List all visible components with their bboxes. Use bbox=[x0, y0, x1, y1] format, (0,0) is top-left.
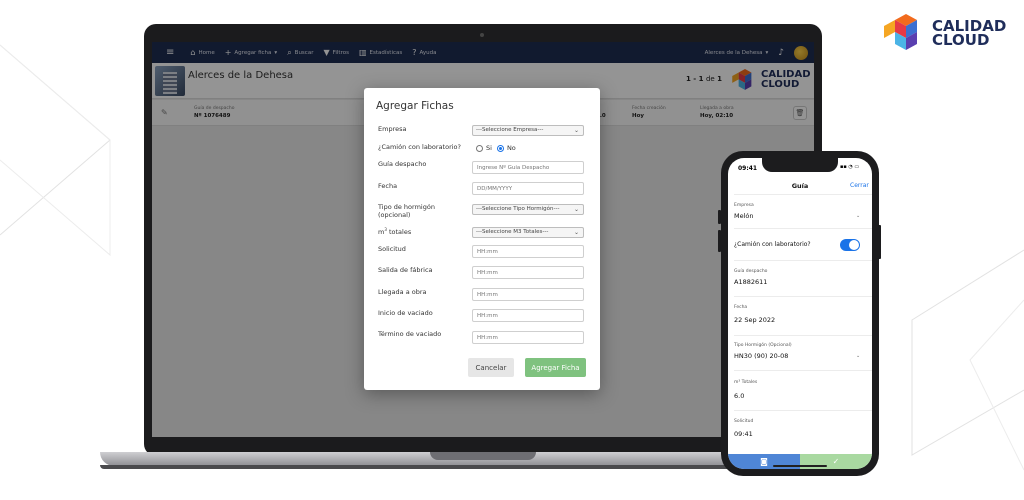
laptop-notch bbox=[430, 452, 536, 460]
solicitud-label: Solicitud bbox=[378, 245, 406, 253]
chevron-down-icon: ⌄ bbox=[856, 353, 861, 359]
chevron-down-icon: ⌄ bbox=[573, 206, 579, 213]
termino-input[interactable] bbox=[472, 331, 584, 344]
cancel-button[interactable]: Cancelar bbox=[468, 358, 514, 377]
phone-fecha-field[interactable]: 22 Sep 2022 bbox=[734, 316, 775, 324]
phone-empresa-select[interactable]: Melón bbox=[734, 212, 754, 220]
chevron-down-icon: ⌄ bbox=[856, 213, 861, 219]
chevron-down-icon: ⌄ bbox=[573, 229, 579, 236]
camion-label: ¿Camión con laboratorio? bbox=[378, 143, 461, 151]
guia-input[interactable] bbox=[472, 161, 584, 174]
guia-label: Guía despacho bbox=[378, 160, 427, 168]
phone-screen: 09:41 ▪▪ ◔ ▭ Guía Cerrar Empresa Melón ⌄… bbox=[728, 158, 872, 469]
add-fichas-modal: Agregar Fichas Empresa ---Seleccione Emp… bbox=[364, 88, 600, 390]
brand-logo: CALIDAD CLOUD bbox=[884, 14, 1006, 52]
status-time: 09:41 bbox=[738, 165, 758, 172]
salida-label: Salida de fábrica bbox=[378, 266, 433, 274]
m3-select[interactable]: ---Seleccione M3 Totales--- ⌄ bbox=[472, 227, 584, 238]
solicitud-input[interactable] bbox=[472, 245, 584, 258]
llegada-label: Llegada a obra bbox=[378, 288, 427, 296]
llegada-input[interactable] bbox=[472, 288, 584, 301]
phone-side-button bbox=[718, 230, 721, 252]
radio-si[interactable] bbox=[476, 144, 483, 152]
add-ficha-button[interactable]: Agregar Ficha bbox=[525, 358, 586, 377]
tipo-hormigon-select[interactable]: ---Seleccione Tipo Hormigón--- ⌄ bbox=[472, 204, 584, 215]
status-icons: ▪▪ ◔ ▭ bbox=[840, 164, 860, 170]
phone-m3-field[interactable]: 6.0 bbox=[734, 392, 744, 400]
camera-icon: ◙ bbox=[760, 457, 768, 466]
modal-title: Agregar Fichas bbox=[376, 100, 454, 112]
check-icon: ✓ bbox=[832, 457, 840, 466]
brand-name: CALIDAD CLOUD bbox=[932, 17, 1007, 49]
phone-guia-field[interactable]: A1882611 bbox=[734, 278, 767, 286]
fecha-input[interactable] bbox=[472, 182, 584, 195]
laptop-camera bbox=[480, 33, 484, 37]
tipo-hormigon-label: Tipo de hormigón (opcional) bbox=[378, 203, 435, 219]
chevron-down-icon: ⌄ bbox=[573, 127, 579, 134]
termino-label: Término de vaciado bbox=[378, 330, 442, 338]
phone-solicitud-field[interactable]: 09:41 bbox=[734, 430, 753, 438]
inicio-input[interactable] bbox=[472, 309, 584, 322]
phone-side-button bbox=[718, 210, 721, 224]
fecha-label: Fecha bbox=[378, 182, 398, 190]
phone-notch bbox=[762, 158, 838, 172]
phone-side-button bbox=[878, 225, 881, 259]
empresa-label: Empresa bbox=[378, 125, 407, 133]
calidad-cloud-logo-icon bbox=[884, 14, 917, 50]
phone-tipo-select[interactable]: HN30 (90) 20-08 bbox=[734, 352, 788, 360]
camion-toggle[interactable] bbox=[840, 239, 860, 251]
salida-input[interactable] bbox=[472, 266, 584, 279]
inicio-label: Inicio de vaciado bbox=[378, 309, 433, 317]
camion-radio-group: Si No bbox=[476, 144, 516, 152]
phone-close-button[interactable]: Cerrar bbox=[850, 182, 869, 189]
m3-label: m3 totales bbox=[378, 227, 412, 237]
home-indicator bbox=[773, 465, 827, 467]
divider bbox=[734, 194, 872, 195]
radio-no[interactable] bbox=[496, 144, 504, 152]
empresa-select[interactable]: ---Seleccione Empresa--- ⌄ bbox=[472, 125, 584, 136]
